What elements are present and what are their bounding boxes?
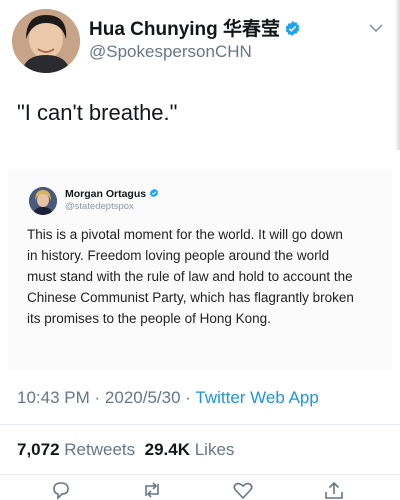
quoted-text-line: must stand with the rule of law and hold… <box>27 269 353 284</box>
heart-icon[interactable] <box>232 480 254 500</box>
quoted-text-line: in history. Freedom loving people around… <box>27 248 330 263</box>
scrollbar-shadow <box>395 0 400 150</box>
quoted-tweet-body: This is a pivotal moment for the world. … <box>27 224 387 329</box>
quoted-avatar <box>29 187 57 215</box>
retweets-stat[interactable]: 7,072 Retweets <box>17 440 135 459</box>
tweet-time[interactable]: 10:43 PM <box>17 388 90 407</box>
author-name[interactable]: Hua Chunying 华春莹 <box>89 14 301 41</box>
divider <box>0 424 400 425</box>
tweet-text: "I can't breathe." <box>17 100 178 125</box>
likes-stat[interactable]: 29.4K Likes <box>145 440 235 459</box>
source-app-link[interactable]: Twitter Web App <box>195 388 318 407</box>
likes-label: Likes <box>194 440 235 459</box>
author-handle[interactable]: @SpokespersonCHN <box>89 42 252 62</box>
retweets-label: Retweets <box>64 440 136 459</box>
quoted-text-line: This is a pivotal moment for the world. … <box>27 227 343 242</box>
quoted-author-handle: @statedeptspox <box>65 201 134 212</box>
quoted-verified-badge-icon <box>150 188 159 198</box>
quoted-author-name-text: Morgan Ortagus <box>65 188 147 200</box>
tweet-actions <box>0 478 400 500</box>
quoted-tweet-image[interactable]: Morgan Ortagus @statedeptspox This is a … <box>8 170 392 370</box>
divider <box>0 474 400 475</box>
meta-separator: · <box>94 388 101 407</box>
retweets-count: 7,072 <box>17 440 60 459</box>
quoted-text-line: Chinese Communist Party, which has flagr… <box>27 290 354 305</box>
chevron-down-icon[interactable] <box>368 22 384 34</box>
tweet-date[interactable]: 2020/5/30 <box>105 388 181 407</box>
tweet-meta: 10:43 PM · 2020/5/30 · Twitter Web App <box>17 388 319 408</box>
author-name-text[interactable]: Hua Chunying 华春莹 <box>89 19 280 40</box>
meta-separator: · <box>185 388 191 407</box>
author-avatar[interactable] <box>12 9 80 73</box>
share-icon[interactable] <box>323 480 345 500</box>
quoted-author-name: Morgan Ortagus <box>65 188 159 200</box>
verified-badge-icon <box>285 21 300 36</box>
avatar-image <box>12 9 80 73</box>
retweet-icon[interactable] <box>141 480 163 500</box>
tweet-detail: Hua Chunying 华春莹 @SpokespersonCHN "I can… <box>0 0 400 500</box>
tweet-stats: 7,072 Retweets 29.4K Likes <box>17 440 234 460</box>
reply-icon[interactable] <box>50 480 72 500</box>
quoted-avatar-image <box>29 187 57 215</box>
likes-count: 29.4K <box>144 440 190 459</box>
quoted-text-line: its promises to the people of Hong Kong. <box>27 311 271 326</box>
